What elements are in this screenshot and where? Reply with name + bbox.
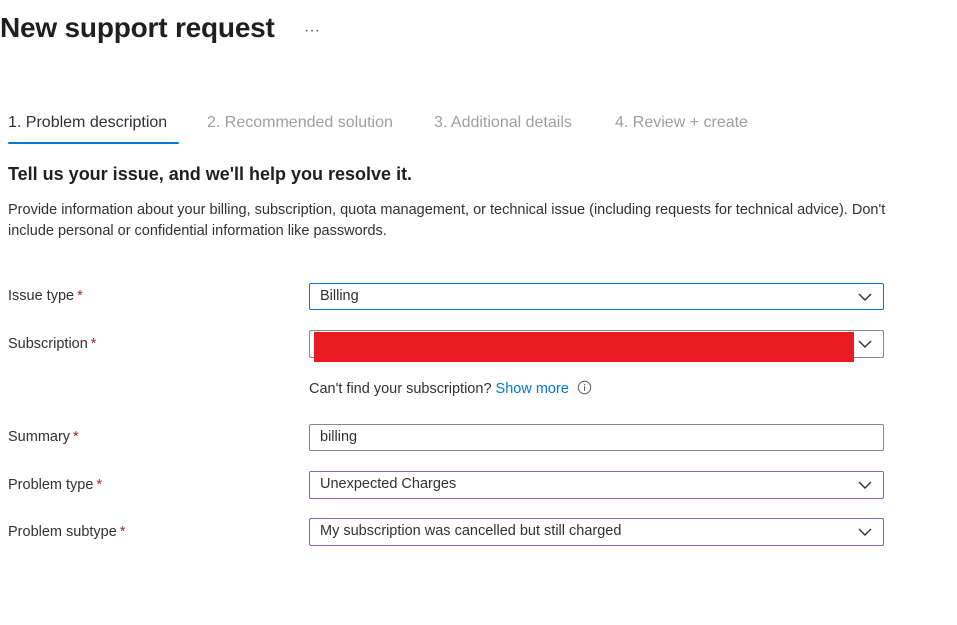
issue-type-label: Issue type *	[8, 288, 83, 304]
active-tab-indicator	[8, 142, 179, 144]
tab-problem-description[interactable]: 1. Problem description	[8, 114, 167, 132]
summary-label: Summary *	[8, 429, 79, 445]
tab-review-create[interactable]: 4. Review + create	[615, 114, 748, 132]
page-title: New support request	[0, 12, 275, 43]
required-asterisk: *	[73, 429, 79, 445]
problem-type-label: Problem type *	[8, 477, 103, 493]
more-options-button[interactable]: ···	[304, 22, 320, 40]
show-more-link[interactable]: Show more	[496, 381, 569, 397]
required-asterisk: *	[90, 336, 97, 352]
tab-recommended-solution[interactable]: 2. Recommended solution	[207, 114, 393, 132]
required-asterisk: *	[96, 477, 103, 493]
required-asterisk: *	[119, 524, 126, 540]
subscription-dropdown[interactable]	[309, 330, 884, 362]
problem-subtype-value: My subscription was cancelled but still …	[320, 523, 622, 539]
problem-subtype-dropdown[interactable]: My subscription was cancelled but still …	[309, 518, 884, 546]
summary-value: billing	[320, 429, 358, 445]
chevron-down-icon	[858, 528, 872, 536]
problem-type-value: Unexpected Charges	[320, 476, 457, 492]
problem-type-dropdown[interactable]: Unexpected Charges	[309, 471, 884, 499]
issue-type-value: Billing	[320, 288, 359, 304]
tab-additional-details[interactable]: 3. Additional details	[434, 114, 572, 132]
section-description: Provide information about your billing, …	[8, 202, 886, 239]
section-heading: Tell us your issue, and we'll help you r…	[8, 164, 413, 184]
chevron-down-icon	[858, 340, 872, 348]
redaction-overlay	[314, 332, 854, 362]
wizard-tabs: 1. Problem description 2. Recommended so…	[0, 114, 957, 146]
subscription-hint: Can't find your subscription? Show more	[309, 380, 592, 397]
required-asterisk: *	[77, 288, 83, 304]
info-icon[interactable]	[577, 380, 592, 395]
issue-type-dropdown[interactable]: Billing	[309, 283, 884, 310]
summary-input[interactable]: billing	[309, 424, 884, 451]
chevron-down-icon	[858, 293, 872, 301]
chevron-down-icon	[858, 481, 872, 489]
subscription-label: Subscription *	[8, 336, 97, 352]
problem-subtype-label: Problem subtype *	[8, 524, 126, 540]
